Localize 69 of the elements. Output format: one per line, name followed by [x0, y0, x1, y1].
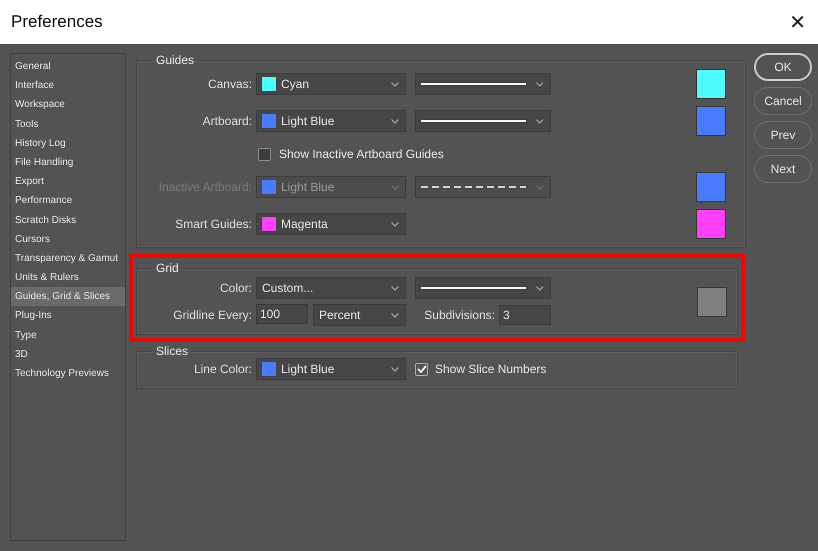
sidebar-item[interactable]: File Handling — [11, 152, 125, 172]
section-title: Grid — [155, 261, 180, 275]
checkbox-label: Show Slice Numbers — [435, 362, 546, 376]
line-style-dropdown[interactable] — [415, 110, 551, 132]
sidebar-item[interactable]: Units & Rulers — [11, 268, 125, 288]
color-dropdown[interactable]: Cyan — [256, 73, 406, 95]
field-label: Canvas: — [206, 77, 252, 91]
check-icon — [416, 365, 426, 373]
chevron-icon — [536, 184, 544, 190]
color-swatch[interactable] — [696, 106, 726, 136]
chevron-icon — [391, 184, 399, 190]
color-dropdown[interactable]: Magenta — [256, 213, 406, 235]
sidebar-item[interactable]: Technology Previews — [11, 364, 125, 384]
line-style-dropdown[interactable] — [415, 277, 551, 299]
field-label: Color: — [218, 281, 252, 295]
sidebar-item[interactable]: General — [11, 57, 125, 76]
field-label: Line Color: — [192, 362, 252, 376]
chevron-icon — [536, 118, 544, 124]
checkbox[interactable] — [258, 148, 271, 160]
chevron-icon — [391, 222, 399, 226]
sidebar-item[interactable]: 3D — [11, 344, 125, 364]
section-title: Guides — [155, 53, 196, 67]
chevron-icon — [391, 82, 399, 86]
close-button[interactable]: ✕ — [787, 10, 808, 34]
solid-line-icon — [421, 287, 526, 289]
sidebar-item[interactable]: Workspace — [11, 95, 125, 115]
checkbox[interactable] — [415, 362, 428, 376]
sidebar-item[interactable]: Type — [11, 326, 125, 345]
color-swatch[interactable] — [696, 209, 726, 239]
field-label: Smart Guides: — [174, 217, 252, 231]
color-swatch[interactable] — [696, 69, 726, 99]
sidebar-item[interactable]: Transparency & Gamut — [11, 248, 125, 268]
sidebar-item[interactable]: Cursors — [11, 230, 125, 249]
chevron-icon — [536, 286, 544, 290]
color-dropdown[interactable]: Custom... — [256, 277, 406, 299]
dialog-button[interactable]: Prev — [754, 121, 812, 149]
color-swatch[interactable] — [697, 286, 727, 316]
line-style-dropdown[interactable] — [415, 73, 551, 95]
field-label: Artboard: — [202, 114, 252, 128]
dialog-button[interactable]: OK — [754, 53, 812, 81]
sidebar-item[interactable]: Plug-Ins — [11, 306, 125, 326]
chevron-icon — [391, 286, 399, 290]
chevron-icon — [536, 82, 544, 86]
dialog-button[interactable]: Next — [754, 155, 812, 183]
sidebar-item[interactable]: Guides, Grid & Slices — [11, 287, 125, 306]
color-swatch[interactable] — [696, 172, 726, 202]
field-label: Gridline Every: — [172, 308, 252, 322]
color-dropdown[interactable]: Light Blue — [256, 358, 406, 380]
color-dropdown[interactable]: Light Blue — [256, 110, 406, 132]
sidebar-item[interactable]: Export — [11, 172, 125, 192]
chevron-icon — [391, 366, 399, 372]
sidebar-item[interactable]: Tools — [11, 114, 125, 134]
section-title: Slices — [155, 344, 190, 358]
window-title: Preferences — [11, 12, 103, 32]
sidebar-item[interactable]: History Log — [11, 134, 125, 153]
solid-line-icon — [421, 120, 526, 122]
sidebar-item[interactable]: Interface — [11, 76, 125, 96]
sidebar-item[interactable]: Scratch Disks — [11, 210, 125, 230]
subdivisions-input[interactable]: 3 — [499, 305, 551, 325]
field-label: Subdivisions: — [423, 308, 495, 322]
sidebar-item[interactable]: Performance — [11, 191, 125, 210]
chevron-icon — [391, 118, 399, 124]
checkbox-label: Show Inactive Artboard Guides — [279, 147, 444, 161]
chevron-icon — [391, 312, 399, 318]
unit-dropdown[interactable]: Percent — [313, 304, 406, 326]
solid-line-icon — [421, 83, 526, 85]
dialog-button[interactable]: Cancel — [754, 87, 812, 115]
gridline-input[interactable]: 100 — [256, 304, 308, 324]
dashed-line-icon — [421, 186, 526, 188]
